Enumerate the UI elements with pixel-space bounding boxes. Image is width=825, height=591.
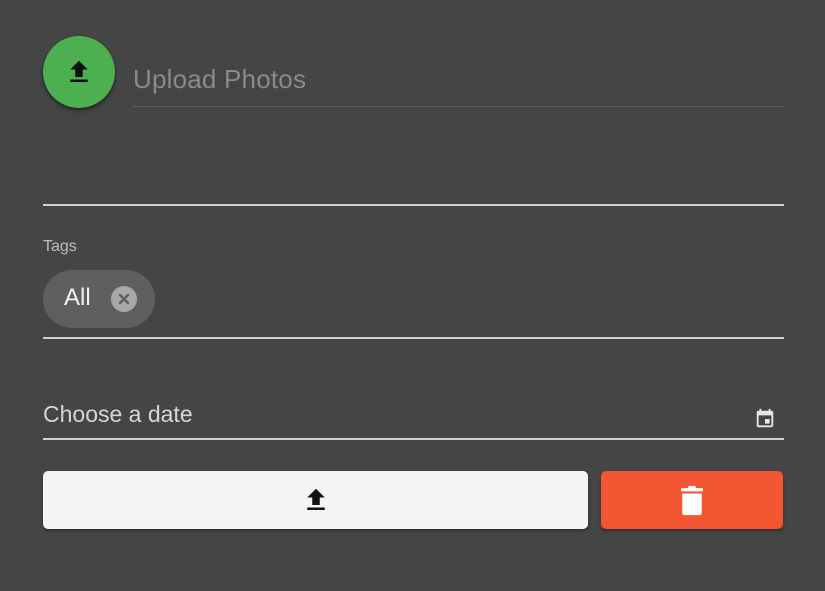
- close-icon: [118, 293, 130, 305]
- tags-label: Tags: [43, 238, 77, 255]
- tags-field[interactable]: All: [43, 268, 784, 339]
- date-placeholder: Choose a date: [43, 401, 193, 427]
- submit-upload-button[interactable]: [43, 471, 588, 529]
- upload-icon: [306, 488, 325, 510]
- page-title: Upload Photos: [133, 64, 307, 94]
- tag-chip[interactable]: All: [43, 270, 155, 328]
- upload-photos-form: Upload Photos Tags All Choose a date: [0, 0, 825, 591]
- delete-button[interactable]: [601, 471, 783, 529]
- description-field[interactable]: [43, 120, 784, 206]
- date-picker-field[interactable]: Choose a date: [43, 390, 784, 440]
- calendar-icon[interactable]: [754, 408, 776, 430]
- tag-chip-remove-button[interactable]: [111, 286, 137, 312]
- upload-fab-button[interactable]: [43, 36, 115, 108]
- title-field[interactable]: Upload Photos: [133, 58, 784, 107]
- tag-chip-label: All: [64, 284, 91, 311]
- upload-icon: [70, 60, 88, 82]
- trash-icon: [681, 485, 703, 516]
